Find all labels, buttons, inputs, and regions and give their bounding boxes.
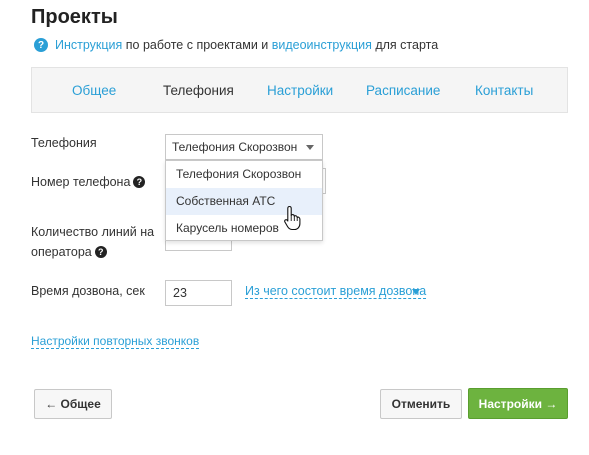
back-button[interactable]: ← Общее xyxy=(34,389,112,419)
video-instruction-link[interactable]: видеоинструкция xyxy=(272,38,372,52)
tab-general[interactable]: Общее xyxy=(72,83,116,98)
page-title: Проекты xyxy=(31,6,118,28)
tab-contacts[interactable]: Контакты xyxy=(475,83,533,98)
tab-bar: Общее Телефония Настройки Расписание Кон… xyxy=(31,67,568,113)
question-icon[interactable]: ? xyxy=(94,245,107,258)
retry-settings-link[interactable]: Настройки повторных звонков xyxy=(31,334,200,349)
phone-label: Номер телефона? xyxy=(31,172,146,192)
tab-telephony[interactable]: Телефония xyxy=(163,83,234,98)
phone-label-text: Номер телефона xyxy=(31,175,131,189)
question-icon[interactable]: ? xyxy=(133,175,146,188)
cancel-button[interactable]: Отменить xyxy=(380,389,462,419)
dropdown-option-skorozvon[interactable]: Телефония Скорозвон xyxy=(166,161,322,188)
telephony-select[interactable]: Телефония Скорозвон xyxy=(165,134,323,160)
question-circle-icon: ? xyxy=(34,38,48,52)
help-text-2: для старта xyxy=(371,38,439,52)
next-button[interactable]: Настройки → xyxy=(468,388,568,419)
lines-label-line2: оператора xyxy=(31,245,92,259)
help-text-1: по работе с проектами и xyxy=(122,38,272,52)
lines-label-line1: Количество линий на xyxy=(31,225,155,239)
caret-down-icon xyxy=(306,145,314,150)
lines-label: Количество линий на оператора? xyxy=(31,222,154,262)
dropdown-option-own-pbx[interactable]: Собственная АТС xyxy=(166,188,322,215)
dial-time-input[interactable]: 23 xyxy=(165,280,232,306)
telephony-select-value: Телефония Скорозвон xyxy=(172,140,298,154)
tab-settings[interactable]: Настройки xyxy=(267,83,333,98)
dial-time-label: Время дозвона, сек xyxy=(31,284,145,298)
dial-time-help-link[interactable]: Из чего состоит время дозвона xyxy=(245,284,427,299)
dropdown-option-carousel[interactable]: Карусель номеров xyxy=(166,215,322,242)
help-line: ? Инструкция по работе с проектами и вид… xyxy=(34,38,438,52)
telephony-label: Телефония xyxy=(31,136,97,150)
telephony-dropdown-list: Телефония Скорозвон Собственная АТС Кару… xyxy=(165,160,323,241)
instruction-link[interactable]: Инструкция xyxy=(55,38,122,52)
triangle-down-icon[interactable] xyxy=(412,289,420,295)
tab-schedule[interactable]: Расписание xyxy=(366,83,440,98)
